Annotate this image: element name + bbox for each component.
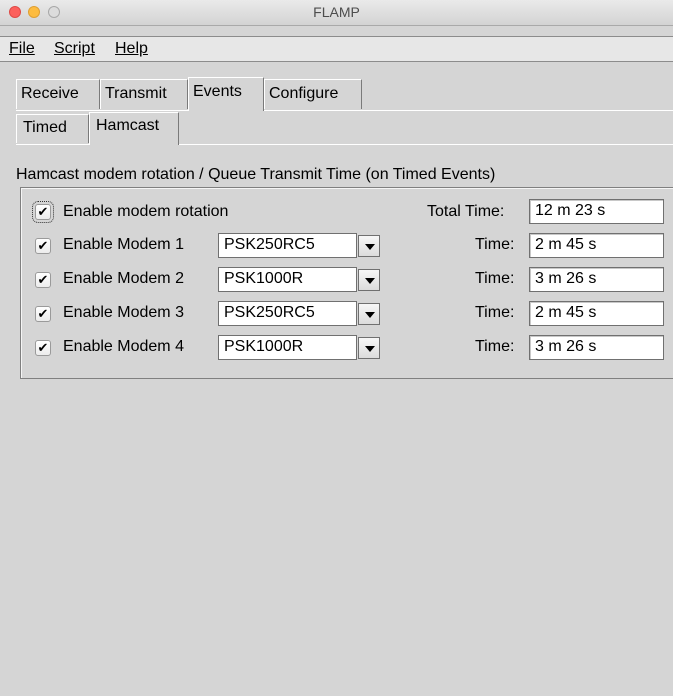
modem-1-select[interactable]: PSK250RC5 [218,233,357,258]
menu-file[interactable]: File [9,40,35,58]
tab-receive-label: Receive [21,85,79,102]
enable-modem-2-checkbox[interactable]: ✔ [35,272,51,288]
chevron-down-icon [365,278,375,284]
enable-modem-4-checkbox[interactable]: ✔ [35,340,51,356]
modem-4-time-field[interactable]: 3 m 26 s [529,335,664,360]
chevron-down-icon [365,346,375,352]
enable-modem-3-checkbox[interactable]: ✔ [35,306,51,322]
tab-configure[interactable]: Configure [264,79,362,109]
menu-script-label: Script [54,40,95,57]
enable-rotation-label: Enable modem rotation [63,203,229,220]
menu-file-label: File [9,40,35,57]
menu-script[interactable]: Script [54,40,95,58]
tab-row-separator-right [264,110,673,111]
window-titlebar[interactable]: FLAMP [0,0,673,26]
modem-4-dropdown-button[interactable] [358,337,380,359]
enable-modem-1-label: Enable Modem 1 [63,236,184,253]
total-time-field[interactable]: 12 m 23 s [529,199,664,224]
checkmark-icon: ✔ [37,340,49,355]
total-time-label: Total Time: [427,203,505,220]
modem-2-select[interactable]: PSK1000R [218,267,357,292]
modem-4-time-label: Time: [475,338,515,355]
subtab-hamcast[interactable]: Hamcast [89,112,179,145]
enable-rotation-checkbox[interactable]: ✔ [32,201,54,223]
modem-3-time-field[interactable]: 2 m 45 s [529,301,664,326]
enable-modem-4-label: Enable Modem 4 [63,338,184,355]
modem-1-dropdown-button[interactable] [358,235,380,257]
modem-1-time-field[interactable]: 2 m 45 s [529,233,664,258]
modem-3-select[interactable]: PSK250RC5 [218,301,357,326]
tab-row-separator [16,110,188,111]
menu-help[interactable]: Help [115,40,148,58]
modem-2-time-label: Time: [475,270,515,287]
chevron-down-icon [365,244,375,250]
tab-transmit[interactable]: Transmit [100,79,188,109]
menu-help-label: Help [115,40,148,57]
tab-events[interactable]: Events [188,77,264,111]
modem-2-dropdown-button[interactable] [358,269,380,291]
subtab-hamcast-label: Hamcast [96,117,160,134]
subtab-row-separator [16,144,89,145]
window-title: FLAMP [313,4,360,20]
tab-events-label: Events [193,83,242,100]
subtab-timed-label: Timed [23,119,67,136]
checkmark-icon: ✔ [37,272,49,287]
hamcast-group-label: Hamcast modem rotation / Queue Transmit … [16,166,496,183]
checkmark-icon: ✔ [37,306,49,321]
enable-modem-2-label: Enable Modem 2 [63,270,184,287]
chevron-down-icon [365,312,375,318]
enable-modem-3-label: Enable Modem 3 [63,304,184,321]
modem-3-dropdown-button[interactable] [358,303,380,325]
modem-1-time-label: Time: [475,236,515,253]
subtab-row-separator-right [179,144,673,145]
tab-transmit-label: Transmit [105,85,167,102]
modem-3-time-label: Time: [475,304,515,321]
tab-configure-label: Configure [269,85,339,102]
menu-bar: File Script Help [0,36,673,62]
modem-2-time-field[interactable]: 3 m 26 s [529,267,664,292]
checkmark-icon: ✔ [37,204,49,219]
tab-receive[interactable]: Receive [16,79,100,109]
enable-modem-1-checkbox[interactable]: ✔ [35,238,51,254]
checkmark-icon: ✔ [37,238,49,253]
modem-4-select[interactable]: PSK1000R [218,335,357,360]
subtab-timed[interactable]: Timed [16,114,89,143]
